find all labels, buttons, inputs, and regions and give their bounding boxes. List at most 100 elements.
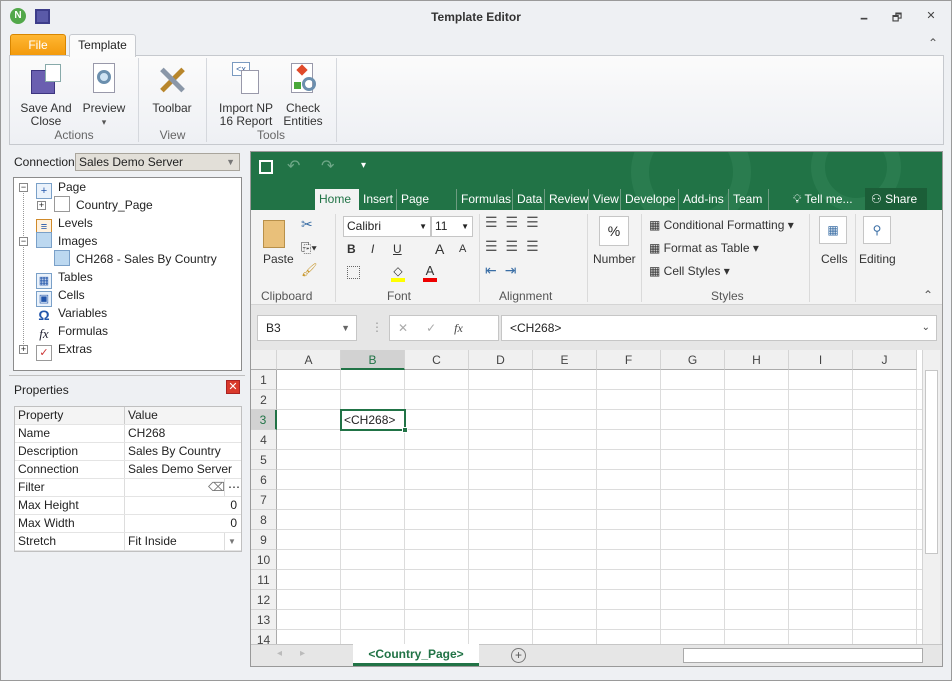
active-cell-b3[interactable]: <CH268>	[340, 409, 406, 431]
splitter[interactable]	[9, 375, 245, 376]
property-row[interactable]: Name CH268	[15, 425, 241, 443]
vertical-scrollbar[interactable]	[922, 350, 940, 644]
excel-tab-team[interactable]: Team	[729, 189, 769, 210]
enter-icon[interactable]: ✓	[426, 321, 454, 335]
property-row[interactable]: Max Height 0	[15, 497, 241, 515]
column-header-E[interactable]: E	[533, 350, 597, 370]
grow-font-button[interactable]: A	[435, 241, 444, 257]
column-header-B[interactable]: B	[341, 350, 405, 370]
property-value[interactable]: Sales Demo Server	[124, 461, 232, 478]
font-color-icon[interactable]: A	[423, 263, 437, 282]
excel-save-icon[interactable]	[259, 160, 273, 174]
excel-tab-page-layo[interactable]: Page Layo	[397, 189, 457, 210]
format-painter-icon[interactable]: 🖌︎	[301, 262, 318, 278]
preview-button[interactable]: Preview ▾	[80, 62, 128, 129]
tree-item-formulas[interactable]: fx Formulas	[36, 322, 108, 341]
excel-tab-formulas[interactable]: Formulas	[457, 189, 513, 210]
borders-icon[interactable]	[347, 266, 360, 279]
column-header-G[interactable]: G	[661, 350, 725, 370]
sheet-nav-arrows[interactable]: ◂▸	[277, 648, 323, 659]
property-value[interactable]: 0	[124, 515, 241, 532]
shrink-font-button[interactable]: A	[459, 243, 466, 255]
excel-tab-add-ins[interactable]: Add-ins	[679, 189, 729, 210]
collapse-ribbon-icon[interactable]: ⌃	[928, 36, 938, 50]
row-header-1[interactable]: 1	[251, 370, 277, 390]
row-header-3[interactable]: 3	[251, 410, 277, 430]
row-header-11[interactable]: 11	[251, 570, 277, 590]
select-all-corner[interactable]	[251, 350, 277, 370]
collapse-icon[interactable]: −	[19, 237, 28, 246]
property-row[interactable]: Max Width 0	[15, 515, 241, 533]
property-value[interactable]: Sales By Country	[124, 443, 221, 460]
redo-icon[interactable]: ↷	[321, 156, 334, 176]
property-value[interactable]: Fit Inside	[124, 533, 177, 550]
editing-button[interactable]: Editing	[859, 252, 896, 266]
column-header-F[interactable]: F	[597, 350, 661, 370]
column-header-H[interactable]: H	[725, 350, 789, 370]
collapse-icon[interactable]: −	[19, 183, 28, 192]
check-entities-button[interactable]: Check Entities	[280, 62, 326, 128]
expand-icon[interactable]: +	[19, 345, 28, 354]
tree-item-levels[interactable]: ≡ Levels	[36, 214, 93, 235]
excel-tab-develope[interactable]: Develope	[621, 189, 679, 210]
new-sheet-icon[interactable]: +	[511, 648, 526, 663]
connection-select[interactable]: Sales Demo Server ▼	[75, 153, 240, 171]
column-header-I[interactable]: I	[789, 350, 853, 370]
property-row[interactable]: Connection Sales Demo Server	[15, 461, 241, 479]
column-header-A[interactable]: A	[277, 350, 341, 370]
sheet-tab-country-page[interactable]: <Country_Page>	[353, 644, 479, 666]
share-button[interactable]: ⚇ Share	[865, 188, 927, 210]
cell-styles-button[interactable]: ▦ Cell Styles ▾	[649, 264, 730, 278]
property-row[interactable]: Stretch Fit Inside ▼	[15, 533, 241, 551]
row-header-2[interactable]: 2	[251, 390, 277, 410]
excel-tab-insert[interactable]: Insert	[359, 189, 397, 210]
tree-item-images[interactable]: Images	[36, 232, 97, 250]
property-row[interactable]: Description Sales By Country	[15, 443, 241, 461]
collapse-ribbon-icon[interactable]: ⌃	[923, 288, 933, 302]
import-np16-report-button[interactable]: <x Import NP 16 Report	[216, 62, 276, 128]
format-as-table-button[interactable]: ▦ Format as Table ▾	[649, 241, 759, 255]
tree-item-country-page[interactable]: Country_Page	[54, 196, 153, 214]
clear-filter-icon[interactable]: ⌫	[205, 479, 225, 496]
stretch-dropdown-icon[interactable]: ▼	[224, 533, 236, 550]
restore-button[interactable]: 🗗	[889, 9, 905, 24]
tree-item-page[interactable]: + Page	[36, 178, 86, 199]
close-button[interactable]: ✕	[923, 9, 939, 23]
tree-item-extras[interactable]: ✓ Extras	[36, 340, 92, 361]
horizontal-align-buttons[interactable]: ☰☰☰	[485, 238, 547, 255]
name-box[interactable]: B3 ▼	[257, 315, 357, 341]
close-properties-icon[interactable]: ✕	[226, 380, 240, 394]
column-header-C[interactable]: C	[405, 350, 469, 370]
formula-input[interactable]: <CH268> ⌄	[501, 315, 937, 341]
italic-button[interactable]: I	[371, 242, 374, 256]
save-and-close-button[interactable]: Save And Close	[18, 62, 74, 128]
font-name-select[interactable]: Calibri ▼	[343, 216, 431, 237]
excel-tab-home[interactable]: Home	[315, 189, 359, 210]
copy-icon[interactable]: ⎘▾	[301, 240, 317, 256]
expand-icon[interactable]: +	[37, 201, 46, 210]
excel-tab-view[interactable]: View	[589, 189, 621, 210]
conditional-formatting-button[interactable]: ▦ Conditional Formatting ▾	[649, 218, 794, 232]
toolbar-button[interactable]: Toolbar	[150, 62, 194, 115]
customize-qat-icon[interactable]: ▾	[361, 160, 366, 171]
underline-button[interactable]: U	[393, 242, 402, 256]
minimize-button[interactable]: 🗕	[856, 9, 872, 24]
worksheet-grid[interactable]: A B C D E F G H I J 1 2 3 4 5 6 7 8 9 10 11 12 13 14 <CH268>	[251, 350, 922, 644]
tree-item-cells[interactable]: ▣ Cells	[36, 286, 85, 307]
insert-function-icon[interactable]: fx	[454, 321, 463, 335]
row-header-14[interactable]: 14	[251, 630, 277, 644]
property-row[interactable]: Filter ⌫ ⋯	[15, 479, 241, 497]
fill-color-icon[interactable]: ◇	[391, 264, 405, 282]
tree-item-ch268[interactable]: CH268 - Sales By Country	[54, 250, 217, 268]
ellipsis-button[interactable]: ⋯	[224, 479, 240, 496]
row-header-8[interactable]: 8	[251, 510, 277, 530]
paste-button[interactable]: Paste	[263, 252, 294, 266]
vertical-align-buttons[interactable]: ☰☰☰	[485, 214, 547, 231]
column-header-J[interactable]: J	[853, 350, 917, 370]
horizontal-scrollbar[interactable]	[683, 648, 923, 663]
number-button[interactable]: Number	[593, 252, 636, 266]
row-header-9[interactable]: 9	[251, 530, 277, 550]
scroll-thumb[interactable]	[925, 370, 938, 554]
excel-tab-data[interactable]: Data	[513, 189, 545, 210]
column-header-D[interactable]: D	[469, 350, 533, 370]
